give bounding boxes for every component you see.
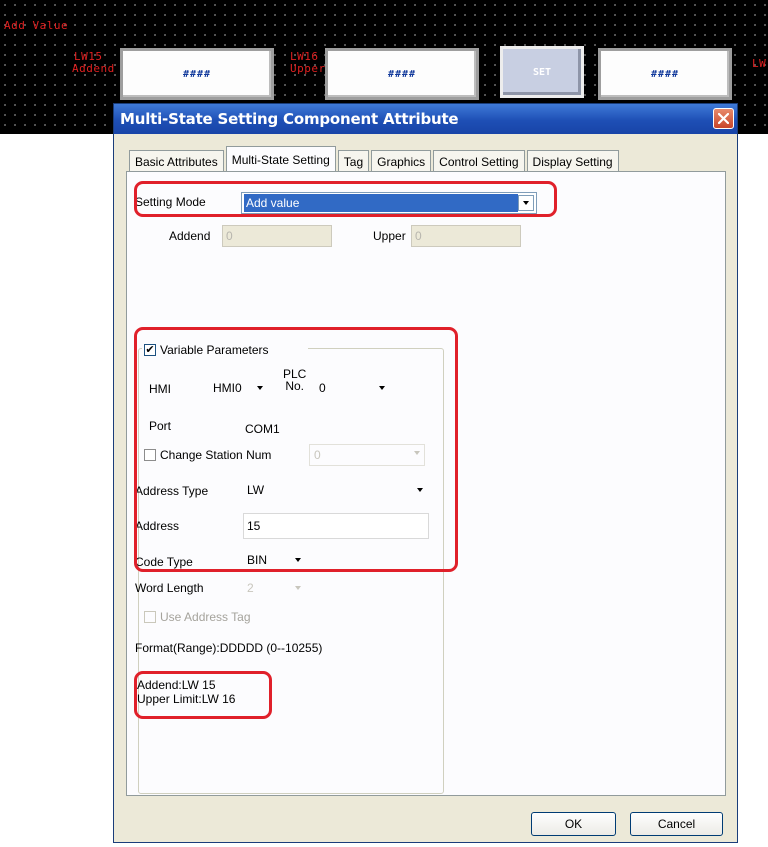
plc-no-value: 0 xyxy=(319,381,326,395)
multi-state-setting-panel: Setting Mode Add value Addend 0 Upper 0 … xyxy=(126,171,726,796)
word-length-value: 2 xyxy=(247,581,254,595)
screen-title-label: Add Value xyxy=(4,19,69,32)
tab-control-setting[interactable]: Control Setting xyxy=(433,150,525,172)
dialog-title: Multi-State Setting Component Attribute xyxy=(120,110,459,128)
address-type-select[interactable]: LW xyxy=(243,479,427,501)
numeric-display-2[interactable]: #### xyxy=(325,48,479,100)
change-station-label: Change Station Num xyxy=(160,448,272,462)
upper-field[interactable]: 0 xyxy=(411,225,521,247)
close-icon xyxy=(718,113,729,124)
chevron-down-icon xyxy=(379,386,385,390)
variable-parameters-checkbox[interactable]: ✔ xyxy=(144,344,156,356)
tab-multi-state-setting[interactable]: Multi-State Setting xyxy=(225,146,336,172)
addend-canvas-label: Addend xyxy=(72,62,115,75)
chevron-down-icon xyxy=(295,558,301,562)
tab-tag[interactable]: Tag xyxy=(337,150,370,172)
hmi-label: HMI xyxy=(149,382,171,396)
variable-parameters-label: Variable Parameters xyxy=(160,343,269,357)
chevron-down-icon xyxy=(417,488,423,492)
tab-strip: Basic Attributes Multi-State Setting Tag… xyxy=(129,146,621,172)
hmi-select[interactable]: HMI0 xyxy=(209,377,265,399)
word-length-label: Word Length xyxy=(135,581,204,595)
setting-mode-label: Setting Mode xyxy=(135,195,206,209)
code-type-select[interactable]: BIN xyxy=(243,549,305,571)
variable-parameters-group xyxy=(138,348,444,794)
station-num-value: 0 xyxy=(314,448,321,462)
upper-limit-summary: Upper Limit:LW 16 xyxy=(137,692,236,706)
chevron-down-icon xyxy=(295,586,301,590)
address-field[interactable]: 15 xyxy=(243,513,429,539)
word-length-select[interactable]: 2 xyxy=(243,577,305,599)
chevron-down-icon[interactable] xyxy=(518,195,534,211)
tab-basic-attributes[interactable]: Basic Attributes xyxy=(129,150,224,172)
use-address-tag-label: Use Address Tag xyxy=(160,610,251,624)
plc-no-label: PLC No. xyxy=(283,368,306,392)
attribute-dialog: Multi-State Setting Component Attribute … xyxy=(113,103,738,843)
tab-graphics[interactable]: Graphics xyxy=(371,150,432,172)
plc-no-select[interactable]: 0 xyxy=(315,377,387,399)
dialog-titlebar[interactable]: Multi-State Setting Component Attribute xyxy=(114,104,737,134)
change-station-checkbox[interactable] xyxy=(144,449,156,461)
format-range-text: Format(Range):DDDDD (0--10255) xyxy=(135,641,323,655)
addend-summary: Addend:LW 15 xyxy=(137,678,216,692)
tab-display-setting[interactable]: Display Setting xyxy=(526,150,619,172)
use-address-tag-checkbox[interactable] xyxy=(144,611,156,623)
upper-canvas-label: Upper xyxy=(290,62,326,75)
setting-mode-select[interactable]: Add value xyxy=(241,192,537,214)
lw-right-label: LW xyxy=(752,57,767,70)
hmi-value: HMI0 xyxy=(213,381,242,395)
upper-label: Upper xyxy=(373,229,406,243)
set-button[interactable]: SET xyxy=(500,46,584,98)
cancel-button[interactable]: Cancel xyxy=(630,812,723,836)
address-type-value: LW xyxy=(247,483,265,497)
addend-label: Addend xyxy=(169,229,211,243)
addend-field[interactable]: 0 xyxy=(222,225,332,247)
check-icon: ✔ xyxy=(145,344,155,356)
no-label: No. xyxy=(285,379,305,393)
numeric-display-3[interactable]: #### xyxy=(598,48,732,100)
address-label: Address xyxy=(135,519,180,533)
close-button[interactable] xyxy=(713,108,734,129)
setting-mode-value: Add value xyxy=(244,194,518,212)
code-type-value: BIN xyxy=(247,553,268,567)
chevron-down-icon xyxy=(414,451,420,455)
station-num-select[interactable]: 0 xyxy=(309,444,425,466)
numeric-display-1[interactable]: #### xyxy=(120,48,274,100)
port-value: COM1 xyxy=(245,422,280,436)
code-type-label: Code Type xyxy=(135,555,193,569)
address-type-label: Address Type xyxy=(135,484,209,498)
ok-button[interactable]: OK xyxy=(531,812,616,836)
port-label: Port xyxy=(149,419,172,433)
chevron-down-icon xyxy=(257,386,263,390)
